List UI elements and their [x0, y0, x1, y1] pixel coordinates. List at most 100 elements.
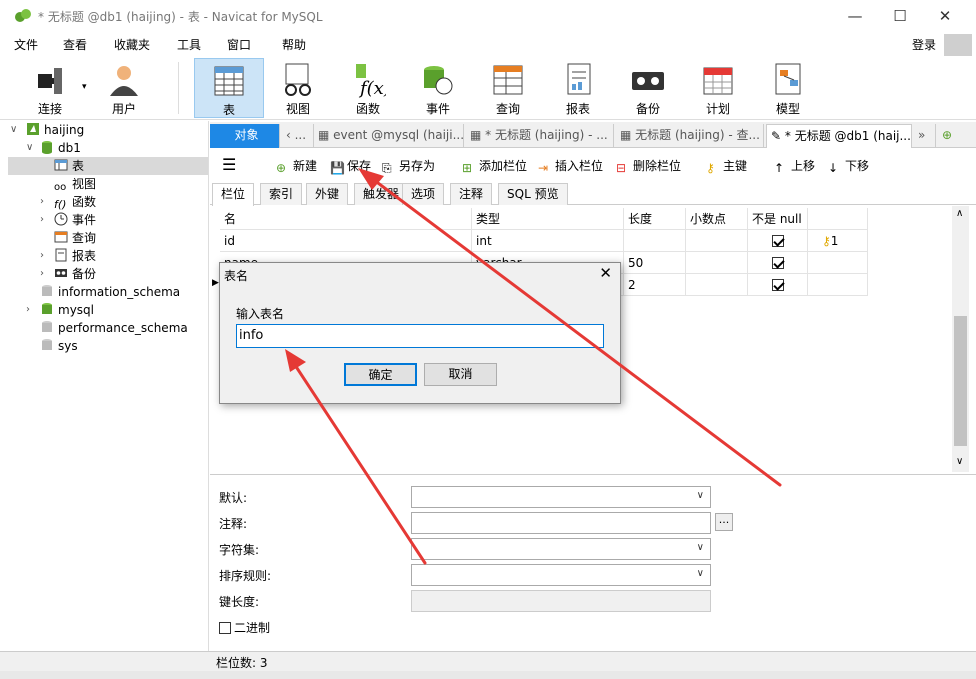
model-button[interactable]: 模型 — [756, 58, 820, 118]
menu-window[interactable]: 窗口 — [227, 36, 251, 53]
minimize-button[interactable]: — — [832, 0, 878, 32]
cell-key[interactable]: ⚷1 — [808, 230, 868, 252]
cell-length[interactable] — [624, 230, 686, 252]
checkbox-checked-icon[interactable] — [771, 257, 784, 269]
hamburger-menu-icon[interactable]: ☰ — [222, 155, 236, 174]
connect-button[interactable]: 连接 — [18, 58, 82, 118]
menu-file[interactable]: 文件 — [14, 36, 38, 53]
move-up-button[interactable]: ↑ 上移 — [774, 157, 815, 175]
tab-objects[interactable]: 对象 — [210, 124, 280, 148]
subtab-fields[interactable]: 栏位 — [212, 183, 255, 206]
tree-functions[interactable]: f() 函数 — [54, 193, 96, 211]
primary-key-button[interactable]: ⚷ 主键 — [706, 157, 747, 175]
tree-views[interactable]: oo 视图 — [54, 175, 96, 193]
scrollbar-thumb[interactable] — [954, 316, 967, 446]
binary-checkbox[interactable]: 二进制 — [219, 619, 270, 636]
default-select[interactable]: ∨ — [411, 486, 711, 508]
close-window-button[interactable]: ✕ — [922, 0, 968, 32]
chevron-right-icon[interactable]: › — [40, 250, 44, 261]
column-header-length[interactable]: 长度 — [624, 208, 686, 230]
cell-decimals[interactable] — [686, 230, 748, 252]
function-button[interactable]: f(x) 函数 — [336, 58, 400, 118]
checkbox-unchecked-icon[interactable] — [219, 622, 231, 634]
chevron-right-icon[interactable]: › — [40, 268, 44, 279]
tab-untitled-query[interactable]: ▦ * 无标题 (haijing) - ... — [466, 124, 614, 148]
maximize-button[interactable]: ☐ — [877, 0, 923, 32]
chevron-down-icon[interactable]: ∨ — [26, 142, 33, 153]
cell-length[interactable]: 2 — [624, 274, 686, 296]
backup-button[interactable]: 备份 — [616, 58, 680, 118]
tab-scroll-right[interactable]: » — [914, 124, 936, 148]
column-header-type[interactable]: 类型 — [472, 208, 624, 230]
chevron-right-icon[interactable]: › — [40, 214, 44, 225]
cell-not-null[interactable] — [748, 274, 808, 296]
column-header-name[interactable]: 名 — [220, 208, 472, 230]
scroll-up-icon[interactable]: ∧ — [956, 208, 963, 219]
view-button[interactable]: 视图 — [266, 58, 330, 118]
new-tab-button[interactable]: ⊕ — [938, 124, 966, 148]
tree-events[interactable]: 事件 — [54, 211, 96, 229]
dialog-close-button[interactable]: ✕ — [599, 264, 612, 282]
move-down-button[interactable]: ↓ 下移 — [828, 157, 869, 175]
tree-queries[interactable]: 查询 — [54, 229, 96, 247]
login-link[interactable]: 登录 — [912, 36, 936, 53]
column-header-key[interactable] — [808, 208, 868, 230]
ok-button[interactable]: 确定 — [344, 363, 417, 386]
grid-scrollbar[interactable]: ∧ ∨ — [952, 206, 969, 472]
avatar[interactable] — [944, 34, 972, 58]
cell-key[interactable] — [808, 252, 868, 274]
tree-backups[interactable]: 备份 — [54, 265, 96, 283]
chevron-right-icon[interactable]: › — [26, 304, 30, 315]
query-button[interactable]: 查询 — [476, 58, 540, 118]
subtab-indexes[interactable]: 索引 — [260, 183, 303, 205]
tab-scroll-left[interactable]: ‹ ... — [282, 124, 314, 148]
subtab-options[interactable]: 选项 — [402, 183, 445, 205]
menu-tools[interactable]: 工具 — [177, 36, 201, 53]
checkbox-checked-icon[interactable] — [771, 235, 784, 247]
comment-ellipsis-button[interactable]: ... — [715, 513, 733, 531]
tree-connection-haijing[interactable]: haijing — [26, 121, 84, 139]
subtab-foreign-keys[interactable]: 外键 — [306, 183, 349, 205]
column-header-not-null[interactable]: 不是 null — [748, 208, 808, 230]
cell-not-null[interactable] — [748, 230, 808, 252]
new-button[interactable]: ⊕ 新建 — [276, 157, 317, 175]
subtab-triggers[interactable]: 触发器 — [354, 183, 409, 205]
report-button[interactable]: 报表 — [546, 58, 610, 118]
chevron-down-icon[interactable]: ∨ — [10, 124, 17, 135]
collation-select[interactable]: ∨ — [411, 564, 711, 586]
subtab-comment[interactable]: 注释 — [450, 183, 493, 205]
cancel-button[interactable]: 取消 — [424, 363, 497, 386]
scroll-down-icon[interactable]: ∨ — [956, 456, 963, 467]
chevron-right-icon[interactable]: › — [40, 196, 44, 207]
save-as-button[interactable]: ⎘ 另存为 — [382, 157, 435, 175]
schedule-button[interactable]: 计划 — [686, 58, 750, 118]
table-button[interactable]: 表 — [194, 58, 264, 118]
tree-db-db1[interactable]: db1 — [40, 139, 81, 157]
delete-column-button[interactable]: ⊟ 删除栏位 — [616, 157, 681, 175]
tree-db-performance-schema[interactable]: performance_schema — [40, 319, 188, 337]
tree-tables[interactable]: 表 — [8, 157, 208, 175]
menu-help[interactable]: 帮助 — [282, 36, 306, 53]
table-name-input[interactable]: info — [236, 324, 604, 348]
menu-favorites[interactable]: 收藏夹 — [114, 36, 150, 53]
insert-column-button[interactable]: ⇥ 插入栏位 — [538, 157, 603, 175]
tree-db-mysql[interactable]: mysql — [40, 301, 94, 319]
cell-not-null[interactable] — [748, 252, 808, 274]
cell-decimals[interactable] — [686, 252, 748, 274]
menu-view[interactable]: 查看 — [63, 36, 87, 53]
subtab-sql-preview[interactable]: SQL 预览 — [498, 183, 568, 205]
tree-db-information-schema[interactable]: information_schema — [40, 283, 180, 301]
cell-key[interactable] — [808, 274, 868, 296]
add-column-button[interactable]: ⊞ 添加栏位 — [462, 157, 527, 175]
tab-event-mysql[interactable]: ▦ event @mysql (haiji... — [314, 124, 464, 148]
cell-type[interactable]: int — [472, 230, 624, 252]
cell-name[interactable]: id — [220, 230, 472, 252]
connect-dropdown-icon[interactable]: ▾ — [82, 82, 87, 92]
user-button[interactable]: 用户 — [92, 58, 156, 118]
charset-select[interactable]: ∨ — [411, 538, 711, 560]
tree-reports[interactable]: 报表 — [54, 247, 96, 265]
checkbox-checked-icon[interactable] — [771, 279, 784, 291]
cell-length[interactable]: 50 — [624, 252, 686, 274]
tab-untitled-view[interactable]: ▦ 无标题 (haijing) - 查... — [616, 124, 764, 148]
cell-decimals[interactable] — [686, 274, 748, 296]
